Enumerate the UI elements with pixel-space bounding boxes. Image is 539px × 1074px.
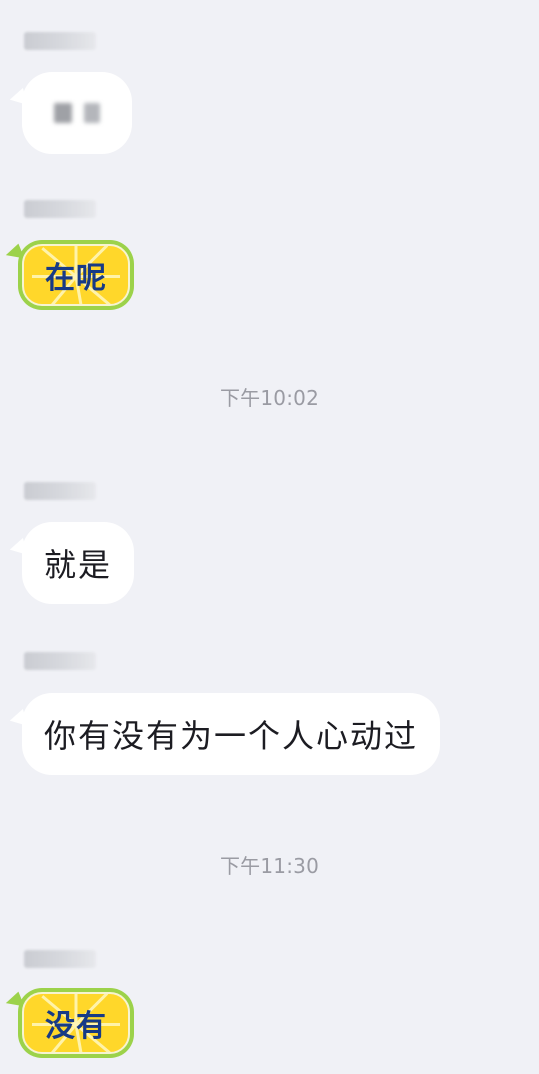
- message-bubble[interactable]: 就是: [22, 522, 134, 604]
- sticker-bubble[interactable]: 在呢: [18, 240, 134, 310]
- blurred-message-content: [50, 103, 100, 123]
- message-text: 就是: [44, 546, 113, 584]
- message-text: 你有没有为一个人心动过: [44, 717, 419, 755]
- sticker-text: 没有: [45, 1009, 107, 1044]
- timestamp: 下午11:30: [219, 854, 320, 878]
- sender-name-blurred: [24, 652, 96, 670]
- message-bubble-blurred[interactable]: [22, 72, 132, 154]
- lemon-sticker: 在呢: [22, 244, 130, 306]
- lemon-sticker: 没有: [22, 992, 130, 1054]
- sender-name-blurred: [24, 32, 96, 50]
- message-bubble[interactable]: 你有没有为一个人心动过: [22, 693, 440, 775]
- sticker-text: 在呢: [45, 261, 107, 296]
- sender-name-blurred: [24, 482, 96, 500]
- sticker-bubble[interactable]: 没有: [18, 988, 134, 1058]
- sender-name-blurred: [24, 200, 96, 218]
- timestamp: 下午10:02: [219, 386, 320, 410]
- sender-name-blurred: [24, 950, 96, 968]
